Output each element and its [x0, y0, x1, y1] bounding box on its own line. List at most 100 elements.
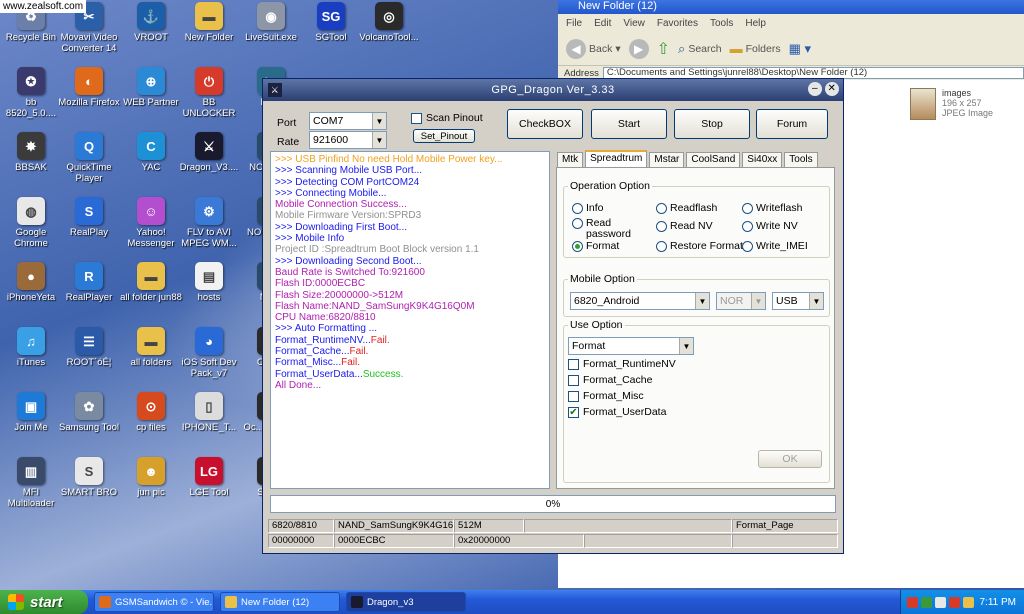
desktop-icon[interactable]: ♫ iTunes [0, 327, 62, 368]
forward-arrow-icon[interactable]: ▶ [628, 38, 649, 59]
set-pinout-button[interactable]: Set_Pinout [413, 129, 475, 143]
menu-file[interactable]: File [566, 18, 582, 29]
tab-tools[interactable]: Tools [784, 152, 818, 167]
menu-edit[interactable]: Edit [594, 18, 611, 29]
taskbar-task[interactable]: Dragon_v3 [346, 592, 466, 612]
dragon-title-bar[interactable]: ⚔ GPG_Dragon Ver_3.33 – ✕ [263, 79, 843, 101]
desktop-icon[interactable]: S RealPlay [58, 197, 120, 238]
desktop-icon[interactable]: ☰ ROOT´óÉ¦ [58, 327, 120, 368]
forum-button[interactable]: Forum [756, 109, 828, 139]
radio-read-nv[interactable]: Read NV [656, 221, 713, 232]
folder-icon: ▬ [137, 262, 165, 290]
minimize-button[interactable]: – [808, 82, 822, 96]
radio-read-password[interactable]: Read password [572, 218, 642, 240]
radio-format[interactable]: Format [572, 241, 619, 252]
tab-coolsand[interactable]: CoolSand [686, 152, 741, 167]
close-button[interactable]: ✕ [825, 82, 839, 96]
desktop-icon[interactable]: ⊙ cp files [120, 392, 182, 433]
stop-button[interactable]: Stop [674, 109, 750, 139]
desktop-icon[interactable]: ⚔ Dragon_V3.... [178, 132, 240, 173]
radio-write-imei[interactable]: Write_IMEI [742, 241, 808, 252]
taskbar-task[interactable]: GSMSandwich © - Vie... [94, 592, 214, 612]
search-button[interactable]: ⌕ Search [678, 41, 722, 57]
tab-spreadtrum[interactable]: Spreadtrum [585, 150, 648, 167]
desktop-icon[interactable]: ▯ IPHONE_T... [178, 392, 240, 433]
desktop-icon[interactable]: ▥ MFI Multiloader [0, 457, 62, 509]
desktop-icon[interactable]: ✸ BBSAK [0, 132, 62, 173]
use-mode-select[interactable]: Format ▼ [568, 337, 694, 355]
desktop-icon[interactable]: ▣ Join Me [0, 392, 62, 433]
tray-icon[interactable] [949, 596, 960, 608]
log-line: >>> Detecting COM PortCOM24 [275, 176, 420, 188]
checkbox-button[interactable]: CheckBOX [507, 109, 583, 139]
radio-readflash[interactable]: Readflash [656, 203, 717, 214]
start-button[interactable]: start [0, 590, 88, 614]
desktop-icon[interactable]: ✿ Samsung Tool [58, 392, 120, 433]
desktop-icon[interactable]: ◕ iOS Soft Dev Pack_v7 [178, 327, 240, 379]
desktop-icon[interactable]: S SMART BRO [58, 457, 120, 498]
tray-icon[interactable] [921, 596, 932, 608]
radio-writeflash[interactable]: Writeflash [742, 203, 803, 214]
desktop-icon[interactable]: Q QuickTime Player [58, 132, 120, 184]
clock[interactable]: 7:11 PM [980, 597, 1017, 608]
search-icon: ⌕ [678, 40, 686, 56]
desktop-icon[interactable]: SG SGTool [300, 2, 362, 43]
desktop-icon[interactable]: ⚓ VROOT [120, 2, 182, 43]
radio-restore-format[interactable]: Restore Format [656, 241, 743, 252]
start-button[interactable]: Start [591, 109, 667, 139]
checkbox-format-userdata[interactable]: ✔ Format_UserData [568, 406, 666, 418]
tray-icon[interactable] [935, 596, 946, 608]
desktop-icon[interactable]: ☺ Yahoo! Messenger [120, 197, 182, 249]
desktop-icon-label: bb 8520_5.0.... [5, 97, 57, 119]
desktop-icon[interactable]: C YAC [120, 132, 182, 173]
desktop-icon[interactable]: ◍ Google Chrome [0, 197, 62, 249]
file-item-images[interactable]: images 196 x 257 JPEG Image [910, 88, 993, 120]
menu-tools[interactable]: Tools [710, 18, 733, 29]
tab-si40xx[interactable]: Si40xx [742, 152, 783, 167]
radio-info[interactable]: Info [572, 203, 604, 214]
taskbar-task[interactable]: New Folder (12) [220, 592, 340, 612]
scan-pinout-checkbox[interactable]: Scan Pinout [411, 112, 483, 124]
desktop-icon[interactable]: ▬ all folders [120, 327, 182, 368]
tab-mtk[interactable]: Mtk [557, 152, 584, 167]
menu-favorites[interactable]: Favorites [657, 18, 698, 29]
desktop-icon[interactable]: ⊕ WEB Partner [120, 67, 182, 108]
radio-write-nv[interactable]: Write NV [742, 221, 798, 232]
log-output[interactable]: >>> USB Pinfind No need Hold Mobile Powe… [270, 151, 550, 489]
desktop-icon[interactable]: ⏻ BB UNLOCKER [178, 67, 240, 119]
up-folder-icon[interactable]: ⇧ [657, 39, 670, 59]
desktop-icon[interactable]: ▬ New Folder [178, 2, 240, 43]
desktop-icon[interactable]: R RealPlayer [58, 262, 120, 303]
desktop-icon[interactable]: ◎ VolcanoTool... [358, 2, 420, 43]
tray-icon[interactable] [963, 596, 974, 608]
explorer-title[interactable]: New Folder (12) [558, 0, 1024, 14]
radio-dot [572, 241, 583, 252]
desktop-icon[interactable]: ✪ bb 8520_5.0.... [0, 67, 62, 119]
folders-button[interactable]: ▬ Folders [730, 41, 781, 56]
mobile-model-select[interactable]: 6820_Android ▼ [570, 292, 710, 310]
desktop-icon[interactable]: LG LGE Tool [178, 457, 240, 498]
checkbox-format-runtimenv[interactable]: Format_RuntimeNV [568, 358, 676, 370]
status-bar-1: 6820/8810 NAND_SamSungK9K4G16Q0M 512M Fo… [268, 519, 838, 533]
desktop-icon[interactable]: ☻ jun pic [120, 457, 182, 498]
ok-button: OK [758, 450, 822, 468]
checkbox-format-cache[interactable]: Format_Cache [568, 374, 652, 386]
desktop-icon[interactable]: ▤ hosts [178, 262, 240, 303]
radio-dot [656, 241, 667, 252]
views-icon[interactable]: ▦ ▾ [789, 41, 811, 57]
checkbox-format-misc[interactable]: Format_Misc [568, 390, 644, 402]
menu-help[interactable]: Help [745, 18, 766, 29]
desktop-icon[interactable]: ● iPhoneYeta [0, 262, 62, 303]
tab-mstar[interactable]: Mstar [649, 152, 685, 167]
rate-select[interactable]: 921600 ▼ [309, 131, 387, 149]
port-select[interactable]: COM7 ▼ [309, 112, 387, 130]
desktop-icon[interactable]: ⚙ FLV to AVI MPEG WM... [178, 197, 240, 249]
desktop-icon[interactable]: ◉ LiveSuit.exe [240, 2, 302, 43]
tray-icon[interactable] [907, 596, 918, 608]
desktop-icon[interactable]: ◐ Mozilla Firefox [58, 67, 120, 108]
back-button[interactable]: ◀ Back ▾ [566, 38, 621, 59]
desktop-icon[interactable]: ▬ all folder jun88 [120, 262, 182, 303]
connection-select[interactable]: USB ▼ [772, 292, 824, 310]
radio-dot [572, 218, 583, 229]
menu-view[interactable]: View [623, 18, 645, 29]
